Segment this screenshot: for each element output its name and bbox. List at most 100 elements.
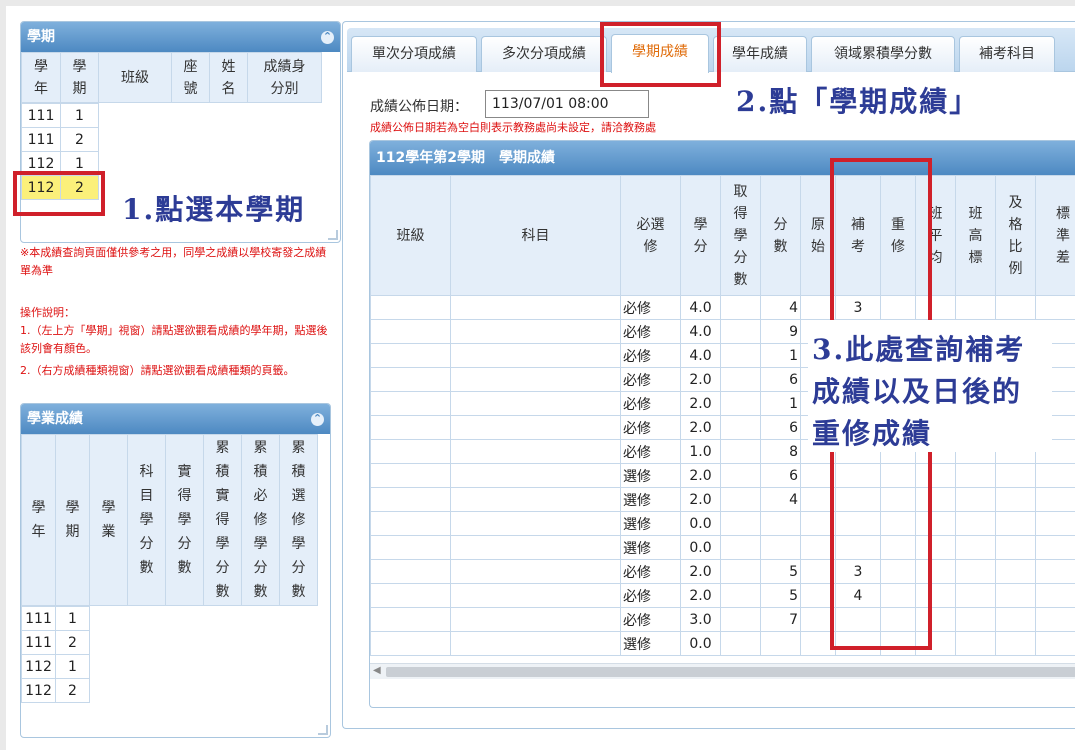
col-header-term[interactable]: 學期 — [55, 434, 90, 606]
cell-subject — [450, 319, 621, 344]
cell-score — [760, 631, 801, 656]
cell-class — [370, 487, 451, 512]
col-header-pass-ratio[interactable]: 及格比例 — [995, 175, 1036, 296]
cell-year[interactable]: 111 — [21, 103, 61, 128]
col-header-year[interactable]: 學年 — [21, 434, 56, 606]
cell-credits: 0.0 — [680, 631, 721, 656]
tab-makeup-subjects[interactable]: 補考科目 — [959, 36, 1055, 72]
summary-row[interactable]: 112 1 — [21, 654, 90, 679]
col-header-required-elective[interactable]: 必選修 — [620, 175, 681, 296]
summary-table-header: 學年 學期 學業 科目學分數 實得學分數 累積實得學分數 累積必修學分數 累積選… — [21, 434, 318, 606]
cell-pass-ratio — [995, 463, 1036, 488]
cell-credits: 2.0 — [680, 559, 721, 584]
cell-required-elective: 選修 — [620, 535, 681, 560]
tab-domain-credits[interactable]: 領域累積學分數 — [811, 36, 955, 72]
cell-class — [370, 391, 451, 416]
disclaimer-note: ※本成績查詢頁面僅供參考之用，同學之成績以學校寄發之成績單為準 — [20, 246, 327, 277]
summary-row[interactable]: 111 1 — [21, 606, 90, 631]
cell-class — [370, 607, 451, 632]
cell-score: 7 — [760, 607, 801, 632]
summary-row[interactable]: 111 2 — [21, 630, 90, 655]
col-header-year[interactable]: 學年 — [21, 52, 61, 103]
cell-term[interactable]: 2 — [55, 678, 90, 703]
cell-credits: 2.0 — [680, 415, 721, 440]
cell-score — [760, 511, 801, 536]
cell-credits: 3.0 — [680, 607, 721, 632]
cell-score: 4 — [760, 487, 801, 512]
resize-grip-icon[interactable] — [318, 725, 328, 735]
annotation-step1: 1.點選本學期 — [122, 193, 306, 226]
col-header-score[interactable]: 分數 — [760, 175, 801, 296]
col-header-identity[interactable]: 成績身分別 — [247, 52, 322, 103]
cell-term[interactable]: 2 — [60, 127, 99, 152]
col-header-class-high[interactable]: 班高標 — [955, 175, 996, 296]
col-header-academic[interactable]: 學業 — [89, 434, 128, 606]
col-header-cumulative-required[interactable]: 累積必修學分數 — [241, 434, 280, 606]
cell-required-elective: 必修 — [620, 391, 681, 416]
cell-pass-ratio — [995, 487, 1036, 512]
grade-row[interactable]: 必修2.0543 — [370, 583, 1075, 608]
grade-row[interactable]: 選修 0.0 — [370, 631, 1075, 656]
semester-row[interactable]: 111 1 — [21, 103, 99, 128]
col-header-cumulative-elective[interactable]: 累積選修學分數 — [279, 434, 318, 606]
cell-term[interactable]: 1 — [55, 654, 90, 679]
scrollbar-thumb[interactable] — [386, 667, 1075, 677]
cell-year[interactable]: 111 — [21, 127, 61, 152]
cell-year[interactable]: 111 — [21, 606, 56, 631]
cell-required-elective: 選修 — [620, 511, 681, 536]
summary-panel: 學業成績 ⌃ 學年 學期 學業 科目學分數 實得學分數 累積實得學分數 累積必修… — [20, 403, 331, 738]
col-header-subject-credits[interactable]: 科目學分數 — [127, 434, 166, 606]
scroll-left-icon[interactable]: ◀ — [373, 665, 381, 676]
cell-pass-ratio — [995, 535, 1036, 560]
col-header-class[interactable]: 班級 — [98, 52, 172, 103]
cell-term[interactable]: 2 — [55, 630, 90, 655]
annotation-box-tab — [600, 22, 721, 87]
cell-subject — [450, 607, 621, 632]
cell-subject — [450, 631, 621, 656]
cell-std-dev: 7 — [1035, 295, 1075, 320]
grade-row[interactable]: 選修 0.0 — [370, 511, 1075, 536]
grade-row[interactable]: 必修3.0 7 6 — [370, 607, 1075, 632]
cell-score: 1 — [760, 391, 801, 416]
grade-row[interactable]: 選修2.0 4 5 — [370, 487, 1075, 512]
col-header-std-dev[interactable]: 標準差 — [1035, 175, 1075, 296]
grade-row[interactable]: 必修2.0539 — [370, 559, 1075, 584]
horizontal-scrollbar[interactable]: ◀ — [370, 663, 1075, 679]
summary-row[interactable]: 112 2 — [21, 678, 90, 703]
cell-earned-credits — [720, 343, 761, 368]
cell-credits: 2.0 — [680, 583, 721, 608]
cell-required-elective: 選修 — [620, 487, 681, 512]
col-header-term[interactable]: 學期 — [60, 52, 99, 103]
col-header-credits[interactable]: 學分 — [680, 175, 721, 296]
cell-year[interactable]: 112 — [21, 654, 56, 679]
col-header-earned-credits[interactable]: 取得學分數 — [720, 175, 761, 296]
col-header-cumulative-earned[interactable]: 累積實得學分數 — [203, 434, 242, 606]
cell-term[interactable]: 1 — [60, 103, 99, 128]
tab-multiple-item-grades[interactable]: 多次分項成績 — [481, 36, 607, 72]
cell-year[interactable]: 112 — [21, 678, 56, 703]
col-header-subject[interactable]: 科目 — [450, 175, 621, 296]
col-header-earned-credits[interactable]: 實得學分數 — [165, 434, 204, 606]
annotation-step3-line3: 重修成績 — [812, 417, 933, 450]
collapse-icon[interactable]: ⌃ — [311, 413, 324, 426]
cell-class — [370, 463, 451, 488]
cell-pass-ratio — [995, 631, 1036, 656]
tab-school-year-grades[interactable]: 學年成績 — [713, 36, 807, 72]
cell-score: 4 — [760, 295, 801, 320]
collapse-icon[interactable]: ⌃ — [321, 31, 334, 44]
tab-single-item-grades[interactable]: 單次分項成績 — [351, 36, 477, 72]
grade-row[interactable]: 選修2.0 6 7 — [370, 463, 1075, 488]
cell-earned-credits — [720, 607, 761, 632]
publish-date-field[interactable]: 113/07/01 08:00 — [485, 90, 649, 118]
cell-std-dev — [1035, 535, 1075, 560]
resize-grip-icon[interactable] — [328, 230, 338, 240]
semester-row[interactable]: 111 2 — [21, 127, 99, 152]
cell-term[interactable]: 1 — [55, 606, 90, 631]
col-header-name[interactable]: 姓名 — [209, 52, 248, 103]
cell-year[interactable]: 111 — [21, 630, 56, 655]
cell-class — [370, 367, 451, 392]
col-header-seat[interactable]: 座號 — [171, 52, 210, 103]
grade-row[interactable]: 必修4.0437 — [370, 295, 1075, 320]
col-header-class[interactable]: 班級 — [370, 175, 451, 296]
grade-row[interactable]: 選修 0.0 — [370, 535, 1075, 560]
